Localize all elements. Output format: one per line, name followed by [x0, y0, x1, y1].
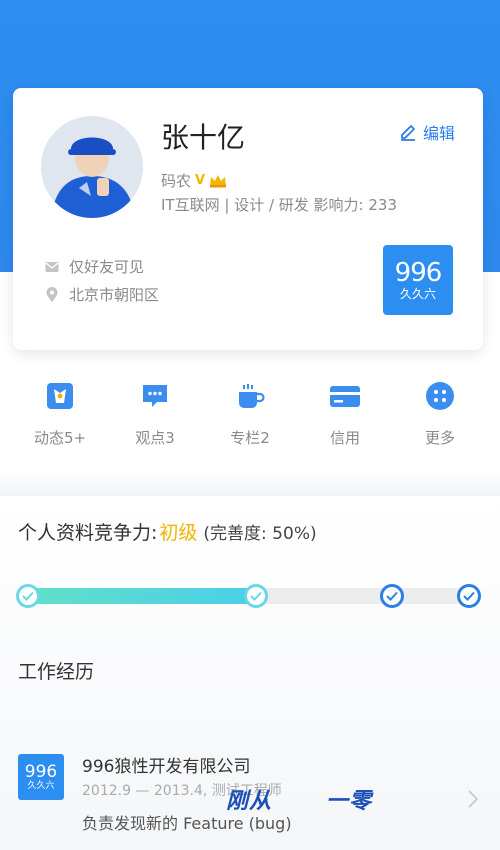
- company-logo-text: 久久六: [399, 287, 436, 301]
- visibility-text: 仅好友可见: [69, 258, 145, 276]
- more-icon: [423, 379, 457, 413]
- check-icon: [386, 591, 398, 601]
- check-icon: [250, 591, 262, 601]
- visibility-row: 仅好友可见: [45, 256, 144, 277]
- avatar[interactable]: [41, 116, 143, 218]
- edit-button[interactable]: 编辑: [399, 120, 455, 144]
- job-company-logo: 996 久久六: [18, 754, 64, 800]
- location-pin-icon: [46, 286, 58, 302]
- progress-node-3: [380, 584, 404, 608]
- job-logo-number: 996: [24, 761, 58, 782]
- progress-fill: [28, 588, 249, 604]
- comment-icon: [138, 379, 172, 413]
- crown-icon: [210, 174, 227, 187]
- chevron-right-icon: [468, 790, 478, 808]
- edit-label: 编辑: [422, 124, 455, 143]
- coffee-cup-icon: [233, 379, 267, 413]
- completeness-text: (完善度: 50%): [203, 524, 317, 544]
- menu-item-opinions[interactable]: 观点3: [109, 375, 201, 465]
- job-logo-text: 久久六: [27, 780, 55, 791]
- activity-icon: [43, 379, 77, 413]
- progress-node-2: [244, 584, 268, 608]
- competitiveness-title: 个人资料竞争力: 初级 (完善度: 50%): [18, 518, 317, 545]
- location-text: 北京市朝阳区: [69, 286, 160, 304]
- progress-node-4: [457, 584, 481, 608]
- menu-label-activity: 动态5+: [33, 429, 87, 447]
- avatar-image: [41, 116, 143, 218]
- role-row: 码农 V: [161, 170, 227, 191]
- competitiveness-level: 初级: [159, 522, 198, 544]
- overlay-caption-1: 刚从: [226, 789, 273, 814]
- menu-item-more[interactable]: 更多: [394, 375, 486, 465]
- menu-item-columns[interactable]: 专栏2: [204, 375, 296, 465]
- menu-item-activity[interactable]: 动态5+: [14, 375, 106, 465]
- location-row: 北京市朝阳区: [45, 284, 159, 305]
- menu-label-columns: 专栏2: [230, 429, 270, 447]
- company-logo-number: 996: [394, 258, 443, 288]
- work-history-title: 工作经历: [18, 661, 95, 683]
- credit-card-icon: [328, 379, 362, 413]
- menu-label-more: 更多: [424, 429, 455, 447]
- profile-card: 张十亿 编辑 码农 V IT互联网 | 设计 / 研发 影响力: 233 仅好友…: [13, 88, 483, 350]
- progress-node-1: [16, 584, 40, 608]
- company-logo[interactable]: 996 久久六: [383, 245, 453, 315]
- verified-badge: V: [195, 173, 206, 188]
- job-company-name: 996狼性开发有限公司: [82, 757, 251, 777]
- check-icon: [22, 591, 34, 601]
- industry-line: IT互联网 | 设计 / 研发 影响力: 233: [161, 196, 397, 214]
- check-icon: [463, 591, 475, 601]
- menu-label-opinions: 观点3: [135, 429, 175, 447]
- profile-menu: 动态5+ 观点3 专栏2 信用 更多: [0, 375, 500, 465]
- menu-item-credit[interactable]: 信用: [299, 375, 391, 465]
- menu-label-credit: 信用: [329, 429, 360, 447]
- profile-name: 张十亿: [161, 121, 246, 154]
- pencil-icon: [400, 125, 415, 141]
- section-divider: [0, 470, 500, 496]
- competitiveness-prefix: 个人资料竞争力:: [18, 522, 158, 544]
- role-label: 码农: [161, 172, 192, 190]
- overlay-caption-2: 一零: [326, 789, 373, 814]
- mail-icon: [45, 261, 59, 272]
